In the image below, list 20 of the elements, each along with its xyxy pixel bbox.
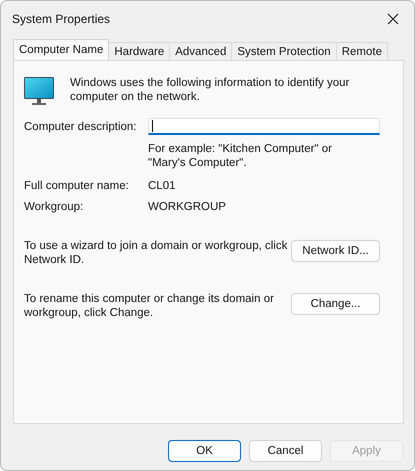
tab[interactable]: Remote: [336, 42, 388, 60]
info-value: CL01: [148, 180, 176, 192]
info-label: Workgroup:: [24, 201, 84, 213]
intro-text: Windows uses the following information to identify your computer on the network.: [70, 76, 350, 104]
action-text: To use a wizard to join a domain or workgroup, click Network ID.: [24, 239, 288, 267]
field-label: Computer description:: [24, 120, 138, 132]
tab[interactable]: Computer Name: [13, 39, 110, 60]
action-button[interactable]: Change...: [291, 293, 380, 315]
close-icon[interactable]: [387, 13, 399, 25]
dialog-button[interactable]: Cancel: [249, 440, 322, 462]
info-label: Full computer name:: [24, 180, 130, 192]
window-title: System Properties: [12, 12, 110, 26]
dialog-button[interactable]: OK: [168, 440, 241, 462]
info-value: WORKGROUP: [148, 201, 226, 213]
monitor-icon: [24, 77, 54, 106]
action-text: To rename this computer or change its domain or workgroup, click Change.: [24, 292, 275, 320]
hint-text: For example: "Kitchen Computer" or "Mary's Computer".: [148, 142, 333, 170]
action-button[interactable]: Network ID...: [291, 240, 380, 262]
tab[interactable]: System Protection: [231, 42, 337, 60]
description-field[interactable]: [148, 118, 380, 135]
